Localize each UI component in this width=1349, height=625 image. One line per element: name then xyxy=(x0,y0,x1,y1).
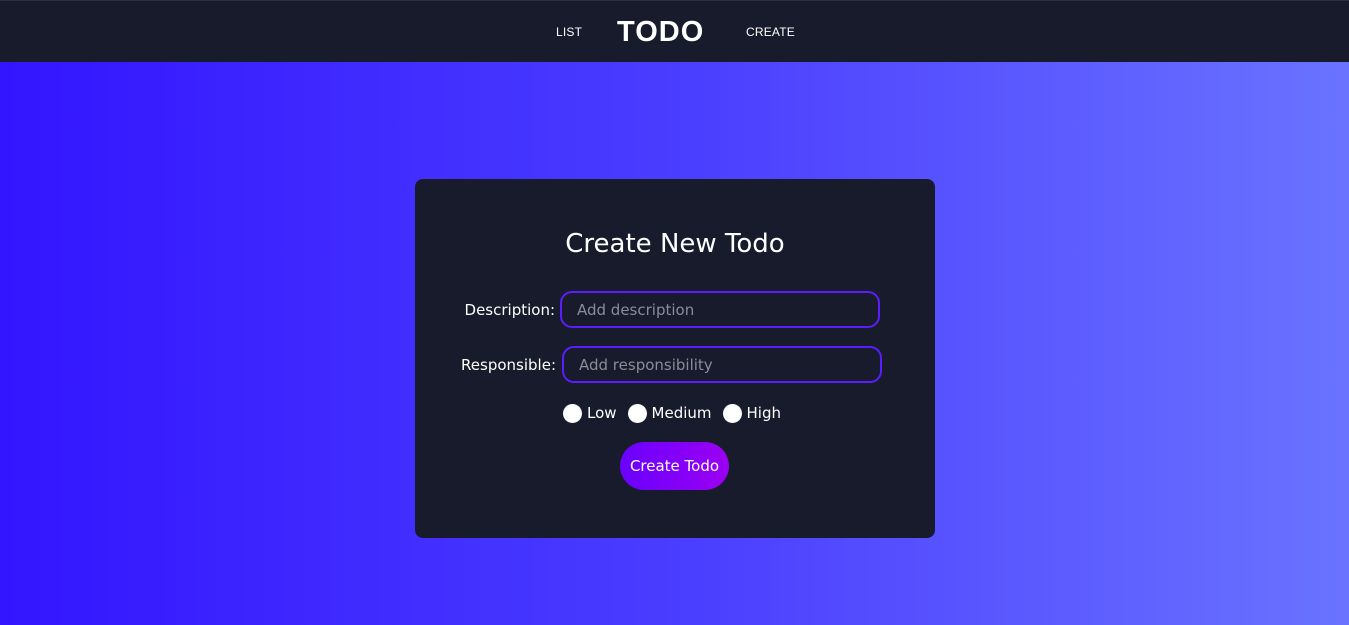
nav-link-list[interactable]: LIST xyxy=(556,25,582,39)
nav-link-create[interactable]: CREATE xyxy=(746,25,795,39)
radio-button-medium[interactable] xyxy=(627,403,647,423)
description-label: Description: xyxy=(464,301,555,319)
priority-option-low[interactable]: Low xyxy=(563,403,617,423)
page-title: Create New Todo xyxy=(565,229,785,259)
priority-label-medium: Medium xyxy=(651,404,712,422)
priority-label-low: Low xyxy=(587,404,617,422)
navbar: LIST TODO CREATE xyxy=(0,0,1349,62)
priority-label-high: High xyxy=(746,404,782,422)
responsible-input[interactable] xyxy=(562,346,882,383)
brand-logo[interactable]: TODO xyxy=(617,14,704,50)
radio-button-low[interactable] xyxy=(563,403,582,423)
priority-option-high[interactable]: High xyxy=(722,403,782,423)
create-todo-button[interactable]: Create Todo xyxy=(620,442,729,490)
radio-button-high[interactable] xyxy=(722,403,742,423)
priority-option-medium[interactable]: Medium xyxy=(627,403,712,423)
priority-radio-group: Low Medium High xyxy=(563,402,792,424)
description-input[interactable] xyxy=(560,291,880,328)
responsible-label: Responsible: xyxy=(461,356,556,374)
create-todo-card: Create New Todo Description: Responsible… xyxy=(415,179,935,538)
